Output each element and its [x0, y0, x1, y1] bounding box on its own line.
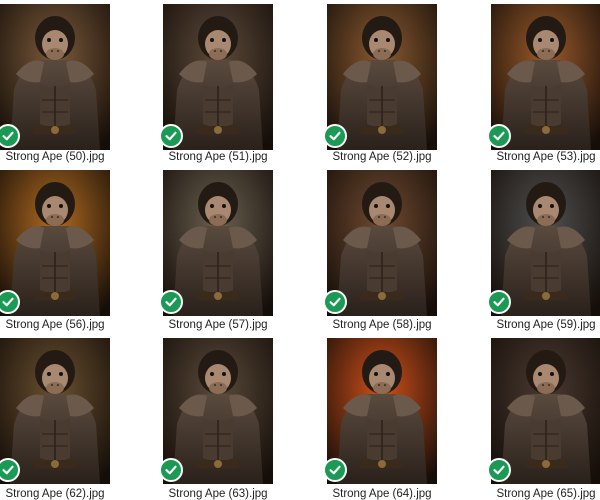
- file-name[interactable]: Strong Ape (51).jpg: [133, 151, 303, 163]
- file-name[interactable]: Strong Ape (59).jpg: [461, 319, 600, 331]
- check-circle-icon: [487, 124, 511, 148]
- check-circle-icon: [323, 290, 347, 314]
- file-name[interactable]: Strong Ape (53).jpg: [461, 151, 600, 163]
- check-circle-icon: [159, 458, 183, 482]
- file-name[interactable]: Strong Ape (52).jpg: [297, 151, 467, 163]
- check-circle-icon: [159, 124, 183, 148]
- file-name[interactable]: Strong Ape (50).jpg: [0, 151, 140, 163]
- file-name[interactable]: Strong Ape (58).jpg: [297, 319, 467, 331]
- check-circle-icon: [323, 124, 347, 148]
- file-grid: Strong Ape (50).jpg Strong Ape (51).jpg: [0, 0, 600, 500]
- check-circle-icon: [159, 290, 183, 314]
- file-name[interactable]: Strong Ape (63).jpg: [133, 488, 303, 500]
- check-circle-icon: [323, 458, 347, 482]
- file-name[interactable]: Strong Ape (57).jpg: [133, 319, 303, 331]
- file-name[interactable]: Strong Ape (56).jpg: [0, 319, 140, 331]
- file-name[interactable]: Strong Ape (62).jpg: [0, 488, 140, 500]
- file-name[interactable]: Strong Ape (65).jpg: [461, 488, 600, 500]
- file-name[interactable]: Strong Ape (64).jpg: [297, 488, 467, 500]
- check-circle-icon: [487, 290, 511, 314]
- check-circle-icon: [487, 458, 511, 482]
